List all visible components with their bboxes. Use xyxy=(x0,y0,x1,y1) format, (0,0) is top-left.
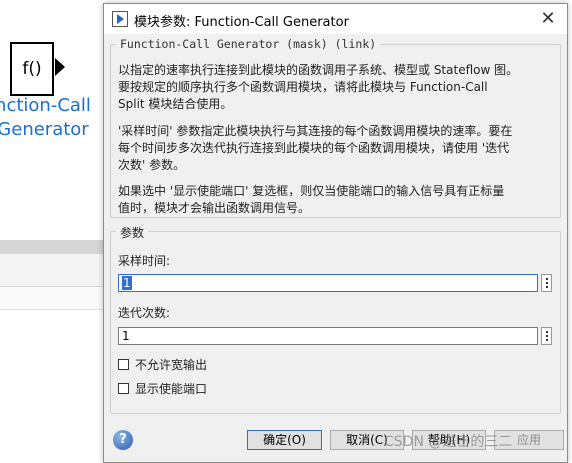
iterations-label: 迭代次数: xyxy=(118,306,171,320)
no-wide-output-label: 不允许宽输出 xyxy=(135,357,208,372)
dialog-titlebar[interactable]: 模块参数: Function-Call Generator ✕ xyxy=(104,4,567,34)
description-line: 以指定的速率执行连接到此模块的函数调用子系统、模型或 Stateflow 图。 xyxy=(118,63,519,77)
sample-time-value: 1 xyxy=(122,276,132,290)
canvas-panel-row xyxy=(0,287,110,310)
show-enable-port-option[interactable]: 显示使能端口 xyxy=(118,380,207,396)
description-line: 每个时间步多次迭代执行连接到此模块的每个函数调用模块，请使用 '迭代 xyxy=(118,141,510,155)
simulink-block-icon xyxy=(112,11,128,27)
block-parameters-dialog: 模块参数: Function-Call Generator ✕ Function… xyxy=(103,3,568,463)
iterations-input[interactable]: 1 xyxy=(118,327,538,345)
description-line: 如果选中 '显示使能端口' 复选框，则仅当使能端口的输入信号具有正标量 xyxy=(118,184,505,198)
canvas-panel xyxy=(0,254,110,287)
help-icon[interactable]: ? xyxy=(113,430,133,450)
description-group-title: Function-Call Generator (mask) (link) xyxy=(116,37,381,51)
block-name-line2: Generator xyxy=(0,119,89,140)
description-line: 次数' 参数。 xyxy=(118,158,186,172)
sample-time-input[interactable]: 1 xyxy=(118,274,538,292)
block-name-line1: nction-Call xyxy=(0,95,91,116)
sample-time-options-button[interactable] xyxy=(541,274,552,292)
description-line: Split 模块结合使用。 xyxy=(118,97,233,111)
ok-button[interactable]: 确定(O) xyxy=(247,430,322,450)
show-enable-port-label: 显示使能端口 xyxy=(135,381,208,396)
dialog-title: 模块参数: Function-Call Generator xyxy=(134,15,349,30)
iterations-options-button[interactable] xyxy=(541,327,552,345)
iterations-value: 1 xyxy=(122,329,130,343)
description-line: 值时，模块才会输出函数调用信号。 xyxy=(118,201,311,215)
show-enable-port-checkbox[interactable] xyxy=(118,382,129,394)
no-wide-output-checkbox[interactable] xyxy=(118,358,129,370)
parameters-group-title: 参数 xyxy=(116,224,149,241)
sample-time-label: 采样时间: xyxy=(118,254,171,268)
block-output-port-icon[interactable] xyxy=(55,58,65,76)
description-line: 要按规定的顺序执行多个函数调用模块，请将此模块与 Function-Call xyxy=(118,80,488,94)
close-button[interactable]: ✕ xyxy=(537,8,559,30)
canvas-divider xyxy=(0,240,110,254)
description-line: '采样时间' 参数指定此模块执行与其连接的每个函数调用模块的速率。要在 xyxy=(118,124,513,138)
block-symbol: f() xyxy=(22,59,42,79)
no-wide-output-option[interactable]: 不允许宽输出 xyxy=(118,356,207,372)
watermark: CSDN @进击的三二 xyxy=(384,434,513,450)
function-call-generator-block[interactable]: f() xyxy=(10,42,54,96)
